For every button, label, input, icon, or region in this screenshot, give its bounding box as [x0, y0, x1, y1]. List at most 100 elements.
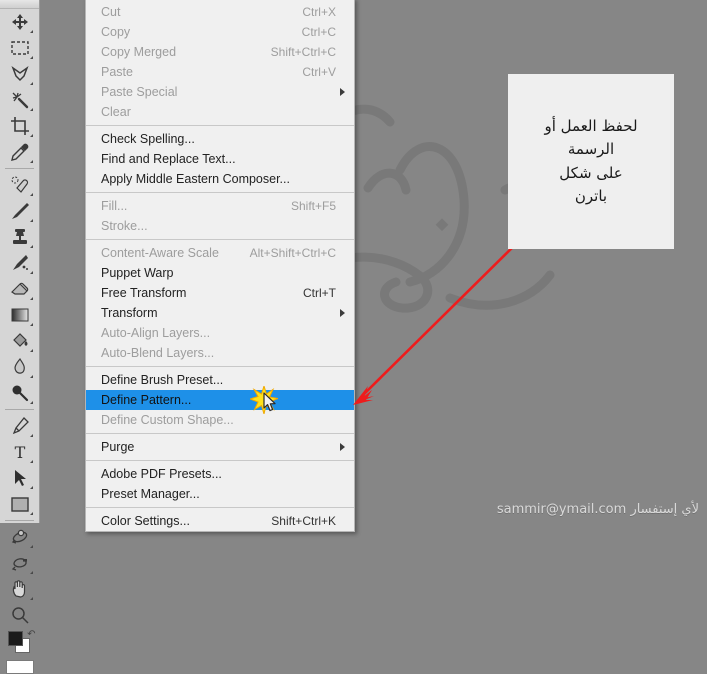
menu-item-label: Auto-Align Layers... [101, 326, 211, 340]
tool-options-corner-icon [29, 434, 33, 437]
toolbar-divider [5, 168, 34, 169]
red-pointer-arrow [353, 235, 525, 405]
menu-item-label: Copy [101, 25, 131, 39]
tool-options-corner-icon [29, 219, 33, 222]
dodge-tool[interactable] [6, 380, 34, 406]
submenu-chevron-right-icon [340, 88, 345, 96]
crop-tool[interactable] [6, 113, 34, 139]
menu-item-clear: Clear [86, 102, 354, 122]
menu-item-define-custom-shape: Define Custom Shape... [86, 410, 354, 430]
menu-item-purge[interactable]: Purge [86, 437, 354, 457]
menu-item-define-brush-preset[interactable]: Define Brush Preset... [86, 370, 354, 390]
menu-item-label: Adobe PDF Presets... [101, 467, 222, 481]
tool-options-corner-icon [29, 245, 33, 248]
credit-label: لأي إستفسار [630, 502, 699, 517]
orbit-3d-tool[interactable] [6, 550, 34, 576]
menu-item-label: Purge [101, 440, 135, 454]
menu-item-puppet-warp[interactable]: Puppet Warp [86, 263, 354, 283]
swap-colors-icon[interactable]: ↶ [27, 629, 35, 640]
foreground-color-swatch[interactable] [7, 631, 23, 646]
note-line: باترن [574, 186, 608, 205]
brush-tool[interactable] [6, 198, 34, 224]
menu-item-transform[interactable]: Transform [86, 303, 354, 323]
tool-options-corner-icon [29, 297, 33, 300]
tool-options-corner-icon [29, 56, 33, 59]
photoshop-canvas-workspace: T ↶ Cut Ctrl+X Copy Ctrl+C Copy Merged S… [0, 0, 707, 674]
toolbar-divider [5, 520, 34, 521]
rectangular-marquee-tool[interactable] [6, 35, 34, 61]
toolbar-divider [5, 409, 34, 410]
quick-selection-tool[interactable] [6, 87, 34, 113]
credit-email: sammir@ymail.com [496, 502, 627, 517]
menu-item-label: Define Custom Shape... [101, 413, 234, 427]
quick-mask-mode-toggle[interactable] [5, 660, 34, 674]
blur-tool[interactable] [6, 354, 34, 380]
zoom-tool[interactable] [6, 602, 34, 628]
eraser-tool[interactable] [6, 276, 34, 302]
note-line: الرسمة [567, 140, 615, 159]
history-brush-tool[interactable] [6, 250, 34, 276]
tool-options-corner-icon [29, 375, 33, 378]
menu-item-copy-merged: Copy Merged Shift+Ctrl+C [86, 42, 354, 62]
move-tool[interactable] [6, 9, 34, 35]
menu-item-paste-special: Paste Special [86, 82, 354, 102]
submenu-chevron-right-icon [340, 309, 345, 317]
tool-options-corner-icon [29, 486, 33, 489]
tool-options-corner-icon [29, 512, 33, 515]
pen-tool[interactable] [6, 413, 34, 439]
tool-options-corner-icon [29, 460, 33, 463]
menu-item-shortcut: Shift+Ctrl+K [271, 514, 336, 528]
menu-item-find-and-replace-text[interactable]: Find and Replace Text... [86, 149, 354, 169]
tool-options-corner-icon [29, 271, 33, 274]
menu-item-color-settings[interactable]: Color Settings... Shift+Ctrl+K [86, 511, 354, 531]
author-credit: لأي إستفسار sammir@ymail.com [497, 502, 699, 517]
menu-item-label: Transform [101, 306, 158, 320]
lasso-tool[interactable] [6, 61, 34, 87]
menu-item-label: Check Spelling... [101, 132, 195, 146]
menu-item-stroke: Stroke... [86, 216, 354, 236]
tool-options-corner-icon [29, 349, 33, 352]
menu-item-label: Apply Middle Eastern Composer... [101, 172, 290, 186]
paint-bucket-tool[interactable] [6, 328, 34, 354]
menu-item-auto-align-layers: Auto-Align Layers... [86, 323, 354, 343]
menu-separator [86, 507, 354, 508]
menu-item-shortcut: Ctrl+V [302, 65, 336, 79]
menu-item-adobe-pdf-presets[interactable]: Adobe PDF Presets... [86, 464, 354, 484]
menu-item-check-spelling[interactable]: Check Spelling... [86, 129, 354, 149]
rectangle-tool[interactable] [6, 491, 34, 517]
menu-item-shortcut: Ctrl+C [301, 25, 336, 39]
menu-item-preset-manager[interactable]: Preset Manager... [86, 484, 354, 504]
tool-options-corner-icon [29, 108, 33, 111]
menu-item-apply-middle-eastern-composer[interactable]: Apply Middle Eastern Composer... [86, 169, 354, 189]
menu-separator [86, 239, 354, 240]
hand-tool[interactable] [6, 576, 34, 602]
svg-text:T: T [14, 443, 25, 461]
spot-healing-brush-tool[interactable] [6, 172, 34, 198]
menu-item-shortcut: Shift+Ctrl+C [270, 45, 336, 59]
menu-item-label: Free Transform [101, 286, 187, 300]
menu-item-copy: Copy Ctrl+C [86, 22, 354, 42]
menu-item-label: Copy Merged [101, 45, 177, 59]
menu-item-define-pattern[interactable]: Define Pattern... [86, 390, 354, 410]
tool-options-corner-icon [29, 134, 33, 137]
edit-menu[interactable]: Cut Ctrl+X Copy Ctrl+C Copy Merged Shift+Ctrl… [85, 0, 355, 532]
menu-separator [86, 366, 354, 367]
eyedropper-tool[interactable] [6, 139, 34, 165]
menu-item-label: Clear [101, 105, 131, 119]
menu-item-label: Auto-Blend Layers... [101, 346, 215, 360]
tool-options-corner-icon [29, 597, 33, 600]
menu-item-paste: Paste Ctrl+V [86, 62, 354, 82]
menu-item-label: Fill... [101, 199, 128, 213]
rotate-3d-tool[interactable] [6, 524, 34, 550]
menu-item-shortcut: Alt+Shift+Ctrl+C [249, 246, 336, 260]
toolbar-drag-handle[interactable] [0, 0, 39, 9]
gradient-tool[interactable] [6, 302, 34, 328]
tools-panel[interactable]: T ↶ [0, 0, 40, 674]
horizontal-type-tool[interactable]: T [6, 439, 34, 465]
note-line: على شكل [559, 163, 623, 182]
clone-stamp-tool[interactable] [6, 224, 34, 250]
foreground-background-color-swatches[interactable]: ↶ [5, 629, 36, 656]
menu-item-free-transform[interactable]: Free Transform Ctrl+T [86, 283, 354, 303]
tool-options-corner-icon [29, 545, 33, 548]
path-selection-tool[interactable] [6, 465, 34, 491]
